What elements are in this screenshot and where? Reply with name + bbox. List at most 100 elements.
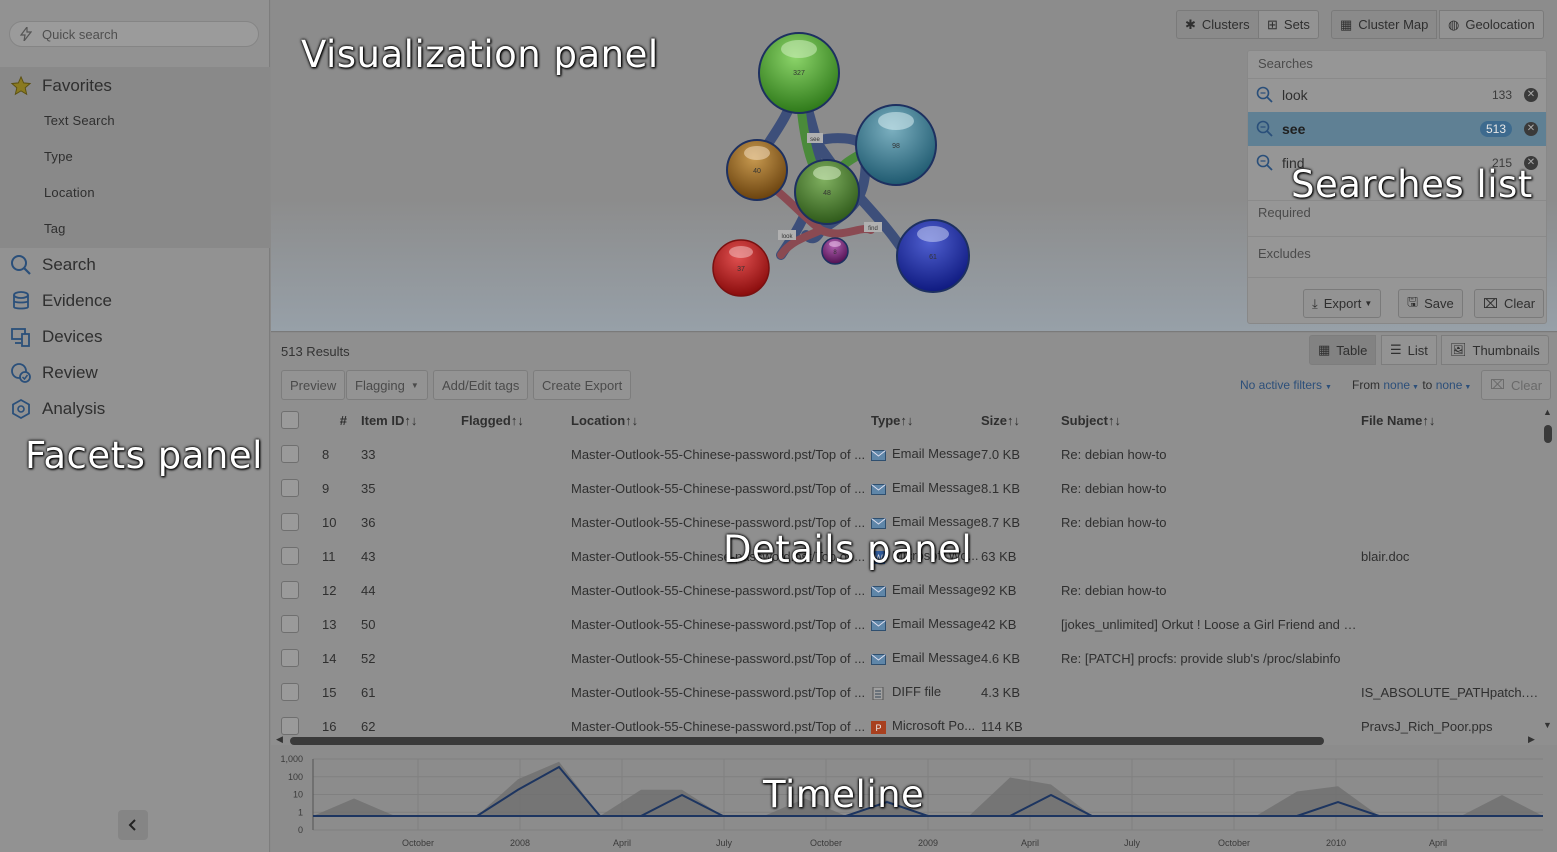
nav-item-analysis[interactable]: Analysis — [10, 398, 105, 420]
edge-label-text: look — [781, 234, 793, 240]
create-export-button[interactable]: Create Export — [533, 370, 632, 400]
from-date-dropdown[interactable]: none ▼ — [1383, 378, 1419, 392]
cluster-map[interactable]: 327 98 40 48 37 8 61 see look find — [701, 25, 981, 305]
column-header-location[interactable]: Location↑↓ — [571, 403, 871, 437]
column-header-label: Location — [571, 412, 626, 428]
nav-item-review[interactable]: Review — [10, 362, 98, 384]
size-cell: 8.1 KB — [981, 480, 1021, 496]
row-checkbox[interactable] — [281, 615, 299, 633]
table-row[interactable]: 14 52 Master-Outlook-55-Chinese-password.p… — [271, 641, 1541, 675]
favorite-item-type[interactable]: Type — [44, 149, 73, 164]
row-checkbox[interactable] — [281, 513, 299, 531]
email-icon — [871, 650, 892, 665]
clusters-button[interactable]: ✱ Clusters — [1176, 10, 1259, 39]
row-checkbox[interactable] — [281, 581, 299, 599]
table-row[interactable]: 12 44 Master-Outlook-55-Chinese-password.p… — [271, 573, 1541, 607]
row-checkbox[interactable] — [281, 445, 299, 463]
search-row-look[interactable]: look 133 ✕ — [1248, 78, 1546, 112]
scroll-up-icon[interactable]: ▲ — [1543, 407, 1552, 417]
table-view-button[interactable]: ▦ Table — [1309, 335, 1377, 365]
column-header-size[interactable]: Size↑↓ — [981, 403, 1061, 437]
searches-list-panel: Searches look 133 ✕ see 513 ✕ find 215 ✕… — [1247, 50, 1547, 324]
cluster-bubble-8[interactable]: 8 — [821, 237, 849, 265]
nav-item-search[interactable]: Search — [10, 254, 96, 276]
flagged-cell — [461, 641, 571, 675]
sets-button[interactable]: ⊞ Sets — [1258, 10, 1319, 39]
scroll-right-icon[interactable]: ▶ — [1528, 734, 1535, 745]
to-date-dropdown[interactable]: none ▼ — [1436, 378, 1472, 392]
add-edit-tags-button[interactable]: Add/Edit tags — [433, 370, 529, 400]
timeline-y-tick: 10 — [293, 790, 303, 800]
column-header-subject[interactable]: Subject↑↓ — [1061, 403, 1361, 437]
vertical-scrollbar-thumb[interactable] — [1544, 425, 1552, 443]
type-label: Email Message — [892, 616, 981, 632]
column-header-item-id[interactable]: Item ID↑↓ — [361, 403, 461, 437]
row-select-cell — [271, 607, 317, 641]
favorite-item-location[interactable]: Location — [44, 185, 95, 200]
active-filters-dropdown[interactable]: No active filters ▼ — [1240, 378, 1332, 392]
cluster-bubble-327[interactable]: 327 — [758, 32, 840, 114]
remove-search-icon[interactable]: ✕ — [1524, 122, 1538, 136]
list-view-button[interactable]: ☰ List — [1381, 335, 1437, 365]
nav-item-devices[interactable]: Devices — [10, 326, 102, 348]
timeline-y-tick: 1,000 — [280, 754, 303, 764]
column-header-type[interactable]: Type↑↓ — [871, 403, 981, 437]
row-checkbox[interactable] — [281, 479, 299, 497]
subject-cell: Re: debian how-to — [1061, 582, 1167, 598]
quick-search[interactable] — [9, 21, 259, 47]
horizontal-scrollbar[interactable]: ◀ ▶ — [276, 734, 1546, 745]
table-row[interactable]: 8 33 Master-Outlook-55-Chinese-password.ps… — [271, 437, 1541, 471]
table-header-row: # Item ID↑↓ Flagged↑↓ Location↑↓ Type↑↓ … — [271, 403, 1541, 437]
collapse-sidebar-button[interactable] — [118, 810, 148, 840]
to-date-value: none — [1435, 378, 1463, 392]
column-header-number[interactable]: # — [317, 403, 361, 437]
excludes-label: Excludes — [1258, 246, 1311, 261]
table-row[interactable]: 13 50 Master-Outlook-55-Chinese-password.p… — [271, 607, 1541, 641]
flagging-button[interactable]: Flagging ▼ — [346, 370, 428, 400]
sort-icon: ↑↓ — [625, 412, 639, 428]
column-header-flagged[interactable]: Flagged↑↓ — [461, 403, 571, 437]
clear-filters-button[interactable]: ⌧ Clear — [1481, 370, 1552, 400]
horizontal-scrollbar-thumb[interactable] — [290, 737, 1324, 745]
flagged-cell — [461, 437, 571, 471]
cluster-bubble-37[interactable]: 37 — [712, 239, 770, 297]
row-checkbox[interactable] — [281, 547, 299, 565]
scroll-down-icon[interactable]: ▼ — [1543, 720, 1552, 730]
thumbnails-view-button[interactable]: 🖼 Thumbnails — [1441, 335, 1549, 365]
table-row[interactable]: 15 61 Master-Outlook-55-Chinese-password.p… — [271, 675, 1541, 709]
file-name-cell — [1361, 573, 1541, 607]
row-select-cell — [271, 471, 317, 505]
divider — [1248, 200, 1546, 201]
item-id-cell: 36 — [361, 514, 376, 530]
cluster-bubble-61[interactable]: 61 — [896, 219, 970, 293]
clear-searches-button[interactable]: ⌧ Clear — [1474, 289, 1545, 318]
size-cell: 63 KB — [981, 548, 1017, 564]
date-range-filter: From none ▼ to none ▼ — [1352, 378, 1471, 392]
nav-item-evidence[interactable]: Evidence — [10, 290, 112, 312]
cluster-bubble-98[interactable]: 98 — [855, 104, 937, 186]
devices-icon — [11, 328, 30, 347]
cluster-bubble-48[interactable]: 48 — [794, 159, 860, 225]
row-checkbox[interactable] — [281, 717, 299, 735]
row-checkbox[interactable] — [281, 649, 299, 667]
cluster-bubble-40[interactable]: 40 — [726, 139, 788, 201]
asterisk-icon: ✱ — [1185, 16, 1196, 32]
column-header-file-name[interactable]: File Name↑↓ — [1361, 403, 1541, 437]
location-cell: Master-Outlook-55-Chinese-password.pst/T… — [571, 446, 866, 462]
remove-search-icon[interactable]: ✕ — [1524, 88, 1538, 102]
scroll-left-icon[interactable]: ◀ — [276, 734, 283, 745]
row-checkbox[interactable] — [281, 683, 299, 701]
favorites-header[interactable]: Favorites — [10, 75, 112, 97]
search-row-see[interactable]: see 513 ✕ — [1248, 112, 1546, 146]
favorite-item-tag[interactable]: Tag — [44, 221, 66, 236]
quick-search-input[interactable] — [42, 26, 242, 42]
export-button[interactable]: ⤓ Export ▼ — [1303, 289, 1382, 318]
favorite-item-text-search[interactable]: Text Search — [44, 113, 115, 128]
column-header-label: Item ID — [361, 412, 405, 428]
geolocation-button[interactable]: ◍ Geolocation — [1439, 10, 1544, 39]
table-row[interactable]: 9 35 Master-Outlook-55-Chinese-password.ps… — [271, 471, 1541, 505]
select-all-checkbox[interactable] — [281, 411, 299, 429]
save-button[interactable]: 🖫 Save — [1398, 289, 1463, 318]
preview-button[interactable]: Preview — [281, 370, 346, 400]
cluster-map-button[interactable]: ▦ Cluster Map — [1331, 10, 1438, 39]
